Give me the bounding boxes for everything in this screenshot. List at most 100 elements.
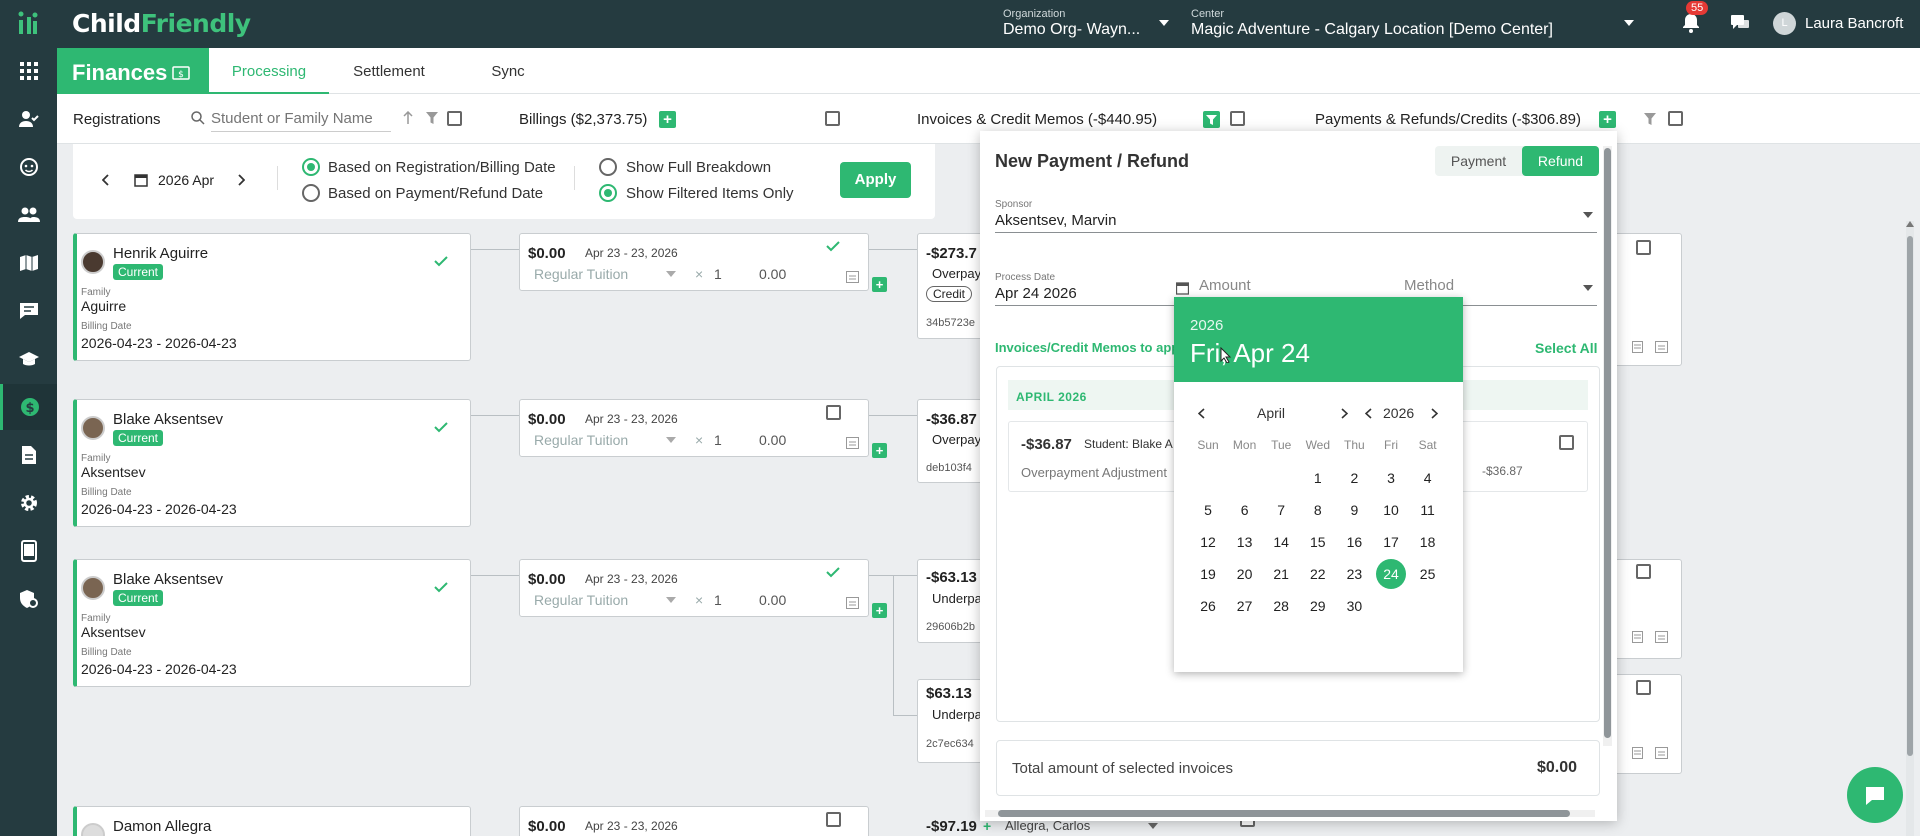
calendar-small-icon[interactable] bbox=[846, 271, 859, 283]
amount-input[interactable]: Amount bbox=[1199, 277, 1251, 294]
people-icon[interactable] bbox=[0, 192, 57, 238]
dialog-horizontal-scrollbar-thumb[interactable] bbox=[998, 810, 1570, 817]
bell-icon[interactable] bbox=[1682, 13, 1700, 33]
method-chevron-down-icon[interactable] bbox=[1583, 285, 1593, 291]
add-billing-plus-icon[interactable]: + bbox=[659, 111, 676, 128]
calendar-small-icon[interactable] bbox=[1655, 631, 1668, 643]
calendar-day[interactable]: 15 bbox=[1300, 528, 1336, 556]
period-label[interactable]: 2026 Apr bbox=[158, 172, 214, 188]
payment-checkbox[interactable] bbox=[1636, 564, 1651, 579]
calendar-day[interactable]: 17 bbox=[1373, 528, 1409, 556]
radio-filtered-only[interactable] bbox=[599, 184, 617, 202]
sponsor-chevron-down-icon[interactable] bbox=[1583, 212, 1593, 218]
tab-processing[interactable]: Processing bbox=[209, 48, 329, 94]
billing-checkbox[interactable] bbox=[826, 405, 841, 420]
calendar-day[interactable]: 12 bbox=[1190, 528, 1226, 556]
calendar-day[interactable]: 5 bbox=[1190, 496, 1226, 524]
billing-card[interactable] bbox=[519, 806, 869, 836]
billing-item-select[interactable]: Regular Tuition bbox=[534, 266, 628, 282]
billing-checkbox[interactable] bbox=[826, 812, 841, 827]
calendar-day[interactable]: 25 bbox=[1410, 560, 1446, 588]
calendar-small-icon[interactable] bbox=[1655, 341, 1668, 353]
chevron-down-icon[interactable] bbox=[666, 271, 676, 277]
billing-item-select[interactable]: Regular Tuition bbox=[534, 592, 628, 608]
date-picker-year[interactable]: 2026 bbox=[1190, 317, 1223, 334]
payment-checkbox[interactable] bbox=[1636, 680, 1651, 695]
calendar-day[interactable]: 29 bbox=[1300, 592, 1336, 620]
chevron-down-icon[interactable] bbox=[666, 437, 676, 443]
calendar-small-icon[interactable] bbox=[1655, 747, 1668, 759]
next-year-chevron-right-icon[interactable] bbox=[1431, 408, 1438, 419]
apps-grid-icon[interactable] bbox=[0, 48, 57, 94]
billings-select-all-checkbox[interactable] bbox=[825, 111, 840, 126]
add-payment-plus-icon[interactable]: + bbox=[1599, 111, 1616, 128]
calendar-small-icon[interactable] bbox=[846, 597, 859, 609]
calendar-day[interactable]: 18 bbox=[1410, 528, 1446, 556]
app-logo[interactable]: ChildFriendly bbox=[72, 9, 251, 38]
calendar-day[interactable]: 1 bbox=[1300, 464, 1336, 492]
calendar-day[interactable]: 20 bbox=[1227, 560, 1263, 588]
tab-settlement[interactable]: Settlement bbox=[329, 48, 449, 94]
payments-filter-icon[interactable] bbox=[1644, 113, 1656, 125]
select-all-link[interactable]: Select All bbox=[1535, 340, 1598, 356]
add-invoice-plus-icon[interactable]: + bbox=[872, 277, 887, 292]
date-picker-month[interactable]: April bbox=[1257, 405, 1285, 421]
invoices-filter-active-icon[interactable] bbox=[1203, 111, 1220, 128]
apply-button[interactable]: Apply bbox=[840, 162, 911, 198]
quantity[interactable]: 1 bbox=[714, 432, 722, 448]
filter-icon[interactable] bbox=[426, 112, 438, 124]
process-date-input[interactable]: Apr 24 2026 bbox=[995, 285, 1077, 302]
next-month-chevron-right-icon[interactable] bbox=[237, 174, 245, 186]
calendar-small-icon[interactable] bbox=[846, 437, 859, 449]
search-input[interactable] bbox=[211, 106, 391, 132]
quantity[interactable]: 1 bbox=[714, 592, 722, 608]
calendar-day[interactable]: 10 bbox=[1373, 496, 1409, 524]
shield-settings-icon[interactable] bbox=[0, 576, 57, 622]
method-select[interactable]: Method bbox=[1404, 277, 1454, 294]
document-icon[interactable] bbox=[0, 432, 57, 478]
calendar-day[interactable]: 22 bbox=[1300, 560, 1336, 588]
gear-icon[interactable] bbox=[0, 480, 57, 526]
org-chevron-down-icon[interactable] bbox=[1158, 19, 1170, 27]
calendar-day[interactable]: 14 bbox=[1263, 528, 1299, 556]
calendar-day[interactable]: 6 bbox=[1227, 496, 1263, 524]
face-icon[interactable] bbox=[0, 144, 57, 190]
refund-toggle-button[interactable]: Refund bbox=[1522, 146, 1599, 176]
calendar-day[interactable]: 21 bbox=[1263, 560, 1299, 588]
payment-checkbox[interactable] bbox=[1636, 240, 1651, 255]
person-check-icon[interactable] bbox=[0, 96, 57, 142]
sponsor-select[interactable]: Aksentsev, Marvin bbox=[995, 212, 1116, 229]
sort-arrow-up-icon[interactable] bbox=[403, 111, 413, 125]
calendar-day[interactable]: 4 bbox=[1410, 464, 1446, 492]
document-small-icon[interactable] bbox=[1632, 747, 1643, 759]
center-select[interactable]: Magic Adventure - Calgary Location [Demo… bbox=[1191, 21, 1553, 39]
next-month-chevron-right-icon[interactable] bbox=[1341, 408, 1348, 419]
dialog-vertical-scrollbar-thumb[interactable] bbox=[1604, 148, 1611, 738]
tab-sync[interactable]: Sync bbox=[449, 48, 567, 94]
payments-select-all-checkbox[interactable] bbox=[1668, 111, 1683, 126]
org-select[interactable]: Demo Org- Wayn... bbox=[1003, 21, 1140, 39]
document-small-icon[interactable] bbox=[1632, 631, 1643, 643]
chevron-down-icon[interactable] bbox=[1148, 823, 1158, 829]
calendar-day[interactable]: 11 bbox=[1410, 496, 1446, 524]
calendar-day[interactable]: 13 bbox=[1227, 528, 1263, 556]
invoices-select-all-checkbox[interactable] bbox=[1230, 111, 1245, 126]
billing-card[interactable] bbox=[519, 399, 869, 457]
add-invoice-plus-icon[interactable]: + bbox=[872, 603, 887, 618]
payment-toggle-button[interactable]: Payment bbox=[1435, 146, 1522, 176]
center-chevron-down-icon[interactable] bbox=[1623, 19, 1635, 27]
calendar-day[interactable]: 27 bbox=[1227, 592, 1263, 620]
user-name[interactable]: Laura Bancroft bbox=[1805, 15, 1903, 32]
prev-year-chevron-left-icon[interactable] bbox=[1365, 408, 1372, 419]
quantity[interactable]: 1 bbox=[714, 266, 722, 282]
date-picker-year-select[interactable]: 2026 bbox=[1383, 405, 1414, 421]
calendar-day[interactable]: 16 bbox=[1336, 528, 1372, 556]
messages-icon[interactable] bbox=[1730, 14, 1750, 32]
scroll-up-arrow-icon[interactable] bbox=[1906, 221, 1914, 227]
page-scrollbar-thumb[interactable] bbox=[1907, 236, 1913, 756]
user-avatar[interactable]: L bbox=[1773, 12, 1796, 35]
calendar-day[interactable]: 2 bbox=[1336, 464, 1372, 492]
calendar-day[interactable]: 19 bbox=[1190, 560, 1226, 588]
calendar-day[interactable]: 9 bbox=[1336, 496, 1372, 524]
school-icon[interactable] bbox=[0, 336, 57, 382]
